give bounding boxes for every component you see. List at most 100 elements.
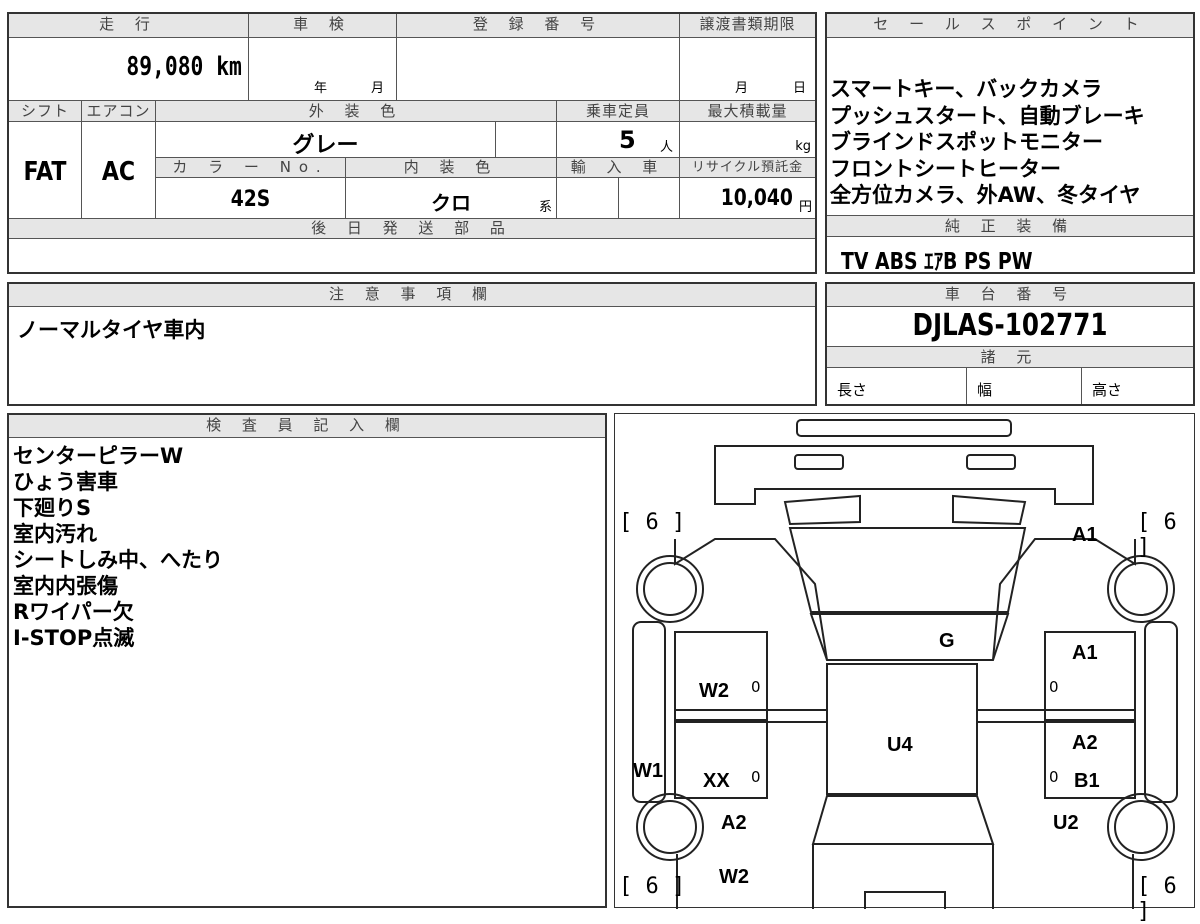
equipment-header: 純 正 装 備 xyxy=(827,215,1193,237)
aircon-value-cell: AC xyxy=(82,122,156,219)
recycle-deposit-header: リサイクル預託金 xyxy=(680,158,815,178)
tire-front-right-label: [ 6 ] xyxy=(1137,510,1177,560)
chassis-box: 車 台 番 号 DJLAS-102771 諸 元 長さ 幅 高さ xyxy=(825,282,1195,406)
notes-header: 注 意 事 項 欄 xyxy=(9,284,815,307)
interior-color-value: クロ xyxy=(431,191,471,215)
import-value-right xyxy=(619,178,680,219)
exterior-extra-cell xyxy=(496,122,557,158)
exterior-color-header: 外 装 色 xyxy=(156,101,557,122)
interior-color-header: 内 装 色 xyxy=(346,158,557,178)
mark-right-rear-door: A2 xyxy=(1072,732,1098,754)
recycle-deposit-value: 10,040 xyxy=(720,186,793,211)
inspector-line: 下廻りS xyxy=(13,496,92,520)
transfer-month-label: 月 xyxy=(735,81,749,96)
inspector-line: I-STOP点滅 xyxy=(13,626,135,650)
import-value-left xyxy=(557,178,619,219)
registration-header: 登 録 番 号 xyxy=(397,14,680,38)
max-load-header: 最大積載量 xyxy=(680,101,815,122)
equipment-value: TV ABS ｴｱB PS PW xyxy=(841,249,1033,275)
later-parts-value-cell xyxy=(9,239,815,272)
inspector-line: ひょう害車 xyxy=(13,470,118,494)
inspector-header: 検 査 員 記 入 欄 xyxy=(9,415,605,438)
capacity-value: 5 xyxy=(619,126,636,154)
notes-value: ノーマルタイヤ車内 xyxy=(17,318,206,342)
inspector-line: 室内汚れ xyxy=(13,522,97,546)
later-parts-header: 後 日 発 送 部 品 xyxy=(9,219,815,239)
shaken-value-cell: 年 月 xyxy=(249,38,397,101)
shaken-month-label: 月 xyxy=(371,81,385,96)
tire-rear-left-label: [ 6 ] xyxy=(619,874,686,899)
mark-hood: G xyxy=(939,630,955,652)
mileage-value: 89,080 km xyxy=(126,52,242,82)
notes-box: 注 意 事 項 欄 ノーマルタイヤ車内 xyxy=(7,282,817,406)
transfer-deadline-header: 譲渡書類期限 xyxy=(680,14,815,38)
shift-value-cell: FAT xyxy=(9,122,82,219)
spec-width-cell: 幅 xyxy=(967,368,1082,404)
mark-left-rear-lower: W2 xyxy=(719,866,749,888)
sales-point-line: プッシュスタート、自動ブレーキ xyxy=(830,103,1145,128)
inspector-list: センターピラーW ひょう害車 下廻りS 室内汚れ シートしみ中、へたり 室内内張… xyxy=(13,443,223,651)
vehicle-info-table: 走 行 車 検 登 録 番 号 譲渡書類期限 89,080 km 年 月 月 日… xyxy=(7,12,817,274)
interior-color-value-cell: クロ 系 xyxy=(346,178,557,219)
spec-width-label: 幅 xyxy=(977,381,993,399)
chassis-number: DJLAS-102771 xyxy=(912,308,1108,343)
recycle-deposit-value-cell: 10,040 円 xyxy=(680,178,815,219)
max-load-value-cell: kg xyxy=(680,122,815,158)
mileage-value-cell: 89,080 km xyxy=(9,38,249,101)
exterior-color-value: グレー xyxy=(292,133,359,158)
exterior-color-value-cell: グレー xyxy=(156,122,496,158)
car-damage-diagram: [ 6 ] [ 6 ] [ 6 ] [ 6 ] A1 G A1 W2 0 0 U… xyxy=(614,413,1195,924)
zero-mark-left-rear: 0 xyxy=(751,768,761,786)
sales-points-header: セ ー ル ス ポ イ ン ト xyxy=(827,14,1193,38)
mark-left-rear-fender: A2 xyxy=(721,812,747,834)
sales-points-list: スマートキー、バックカメラ プッシュスタート、自動ブレーキ ブラインドスポットモ… xyxy=(830,76,1145,209)
capacity-unit: 人 xyxy=(659,140,673,155)
sales-point-line: フロントシートヒーター xyxy=(830,156,1061,181)
zero-mark-right-front: 0 xyxy=(1049,678,1059,696)
spec-length-cell: 長さ xyxy=(827,368,967,404)
inspector-line: 室内内張傷 xyxy=(13,574,118,598)
inspector-line: シートしみ中、へたり xyxy=(13,548,223,572)
mark-left-rear-door: XX xyxy=(703,770,730,792)
sales-point-line: ブラインドスポットモニター xyxy=(830,130,1103,154)
interior-color-suffix: 系 xyxy=(538,200,552,215)
specs-header: 諸 元 xyxy=(827,346,1193,368)
tire-rear-right-label: [ 6 ] xyxy=(1137,874,1177,924)
registration-value-cell xyxy=(397,38,680,101)
sales-point-line: スマートキー、バックカメラ xyxy=(830,77,1103,101)
mark-left-front-door: W2 xyxy=(699,680,729,702)
max-load-unit: kg xyxy=(795,139,811,154)
shaken-year-label: 年 xyxy=(314,81,328,96)
recycle-deposit-unit: 円 xyxy=(798,200,812,215)
aircon-header: エアコン xyxy=(82,101,156,122)
mark-front-right-door: A1 xyxy=(1072,642,1098,664)
mark-roof: U4 xyxy=(887,734,913,756)
tire-front-left-label: [ 6 ] xyxy=(619,510,686,535)
spec-height-label: 高さ xyxy=(1092,381,1123,399)
transfer-value-cell: 月 日 xyxy=(680,38,815,101)
mark-right-rear-fender: U2 xyxy=(1053,812,1079,834)
inspector-line: Rワイパー欠 xyxy=(13,600,134,624)
capacity-header: 乗車定員 xyxy=(557,101,680,122)
inspector-line: センターピラーW xyxy=(13,444,184,468)
chassis-header: 車 台 番 号 xyxy=(827,284,1193,307)
color-no-value: 42S xyxy=(230,187,271,212)
mark-left-pillar: W1 xyxy=(633,760,663,782)
color-no-value-cell: 42S xyxy=(156,178,346,219)
sales-point-line: 全方位カメラ、外AW、冬タイヤ xyxy=(830,183,1141,207)
spec-height-cell: 高さ xyxy=(1082,368,1193,404)
zero-mark-right-rear: 0 xyxy=(1049,768,1059,786)
shift-header: シフト xyxy=(9,101,82,122)
mileage-header: 走 行 xyxy=(9,14,249,38)
sales-points-box: セ ー ル ス ポ イ ン ト スマートキー、バックカメラ プッシュスタート、自… xyxy=(825,12,1195,275)
inspector-box: 検 査 員 記 入 欄 センターピラーW ひょう害車 下廻りS 室内汚れ シート… xyxy=(7,413,607,908)
mark-right-rear-lower: B1 xyxy=(1074,770,1100,792)
shift-value: FAT xyxy=(23,157,67,187)
transfer-day-label: 日 xyxy=(793,81,807,96)
zero-mark-left-front: 0 xyxy=(751,678,761,696)
car-outline xyxy=(632,419,1178,909)
import-header: 輸 入 車 xyxy=(557,158,680,178)
aircon-value: AC xyxy=(101,157,136,187)
mark-front-right-fender: A1 xyxy=(1072,524,1098,546)
capacity-value-cell: 5 人 xyxy=(557,122,680,158)
